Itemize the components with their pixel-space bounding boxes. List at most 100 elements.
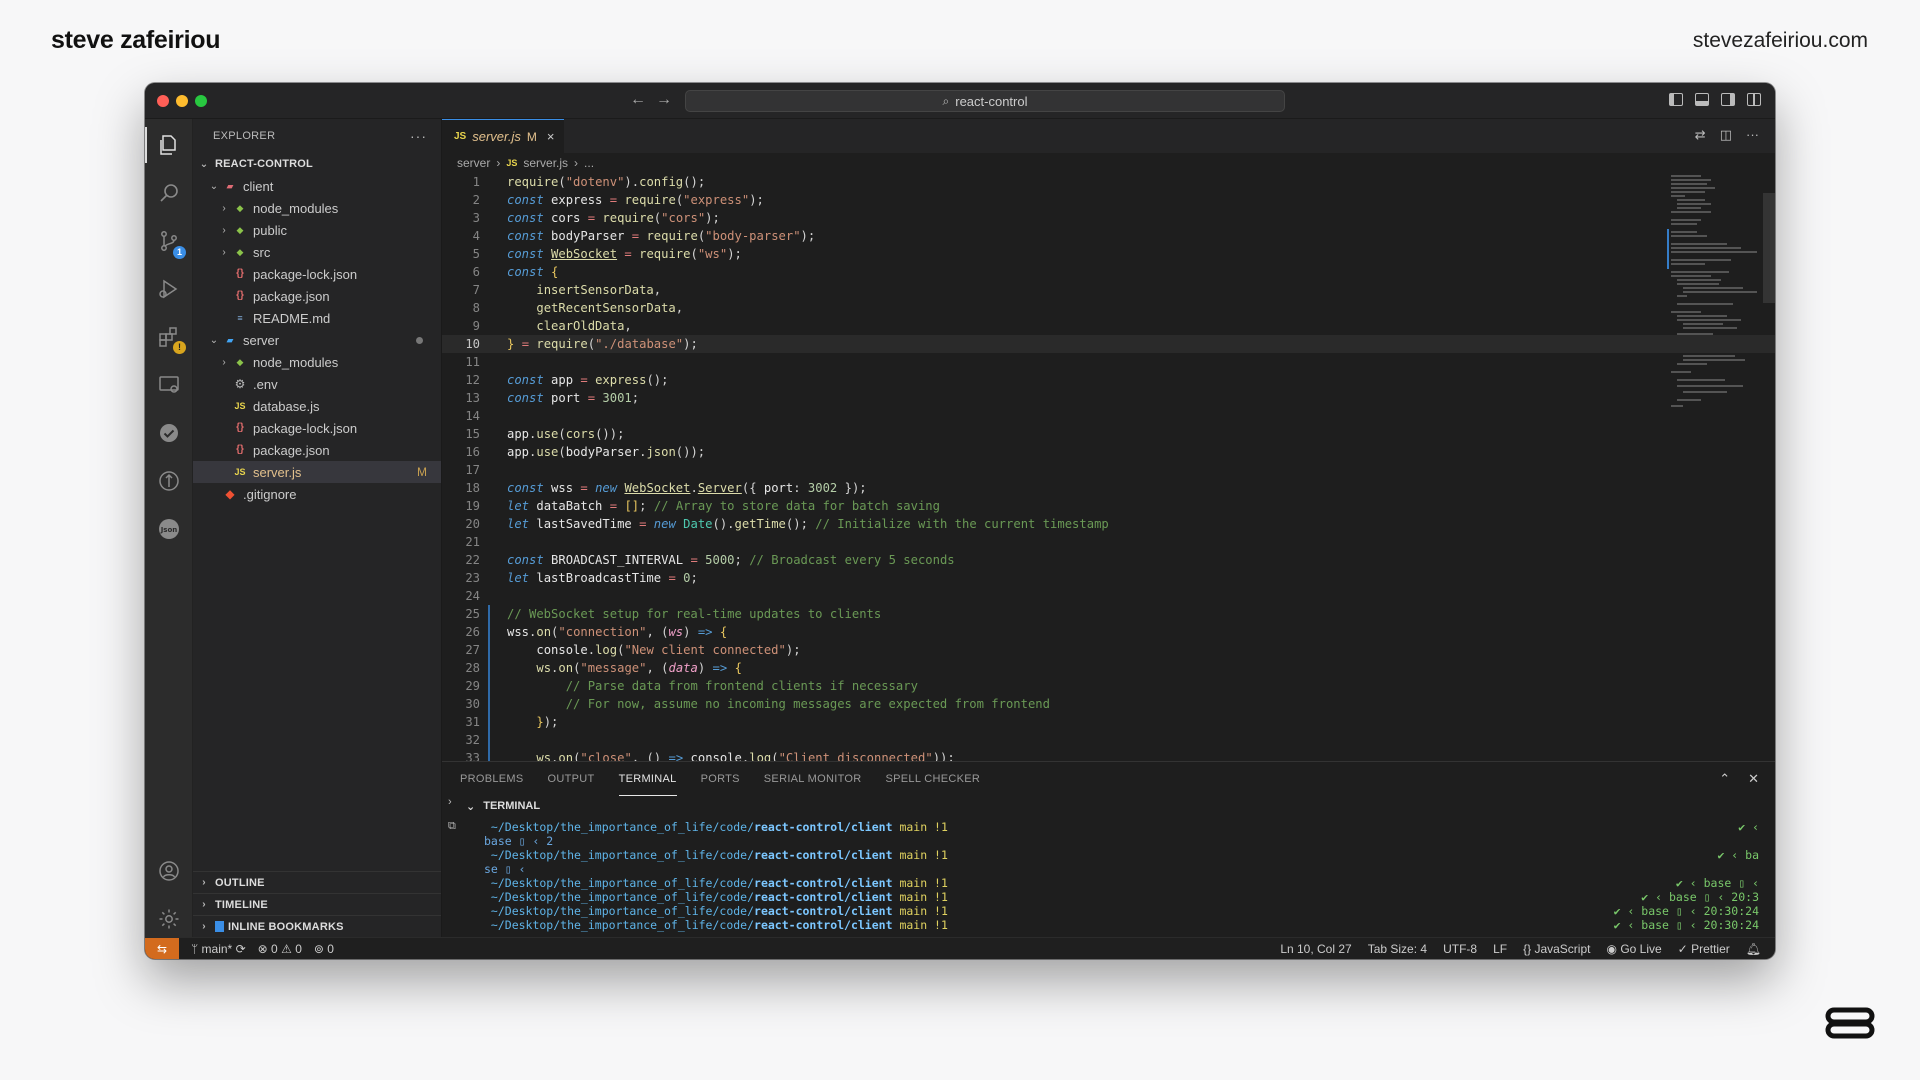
code-line[interactable]: 30 // For now, assume no incoming messag… — [442, 695, 1775, 713]
breadcrumb-folder[interactable]: server — [457, 156, 490, 170]
code-line[interactable]: 3 const cors = require("cors"); — [442, 209, 1775, 227]
file-tree-item[interactable]: ⌄ ▰ server — [193, 329, 441, 351]
file-tree-item[interactable]: ⚙ .env — [193, 373, 441, 395]
problems-indicator[interactable]: ⊗ 0 ⚠ 0 — [258, 942, 302, 956]
terminal-split-icon[interactable]: ⧉ — [448, 820, 456, 833]
code-line[interactable]: 15 app.use(cors()); — [442, 425, 1775, 443]
split-editor-icon[interactable]: ◫ — [1720, 127, 1732, 143]
code-line[interactable]: 33 ws.on("close", () => console.log("Cli… — [442, 749, 1775, 761]
more-actions-icon[interactable]: ··· — [410, 128, 427, 144]
toggle-secondary-sidebar-icon[interactable] — [1721, 93, 1735, 106]
file-tree-item[interactable]: ◆ .gitignore — [193, 483, 441, 505]
tab-size[interactable]: Tab Size: 4 — [1368, 942, 1427, 956]
code-line[interactable]: 29 // Parse data from frontend clients i… — [442, 677, 1775, 695]
file-tree-item[interactable]: JS server.js M — [193, 461, 441, 483]
terminal-section-header[interactable]: ⌄ TERMINAL — [442, 796, 1775, 816]
file-tree-item[interactable]: {} package-lock.json — [193, 417, 441, 439]
file-encoding[interactable]: UTF-8 — [1443, 942, 1477, 956]
code-line[interactable]: 28 ws.on("message", (data) => { — [442, 659, 1775, 677]
code-line[interactable]: 25 // WebSocket setup for real-time updat… — [442, 605, 1775, 623]
code-line[interactable]: 11 — [442, 353, 1775, 371]
code-line[interactable]: 21 — [442, 533, 1775, 551]
branch-indicator[interactable]: ᛘ main* ⟳ — [191, 942, 246, 956]
breadcrumb-more[interactable]: ... — [584, 156, 594, 170]
cursor-position[interactable]: Ln 10, Col 27 — [1280, 942, 1351, 956]
close-window-button[interactable] — [157, 95, 169, 107]
explorer-icon[interactable] — [157, 133, 181, 157]
ports-indicator[interactable]: ⊚ 0 — [314, 942, 334, 956]
code-line[interactable]: 16 app.use(bodyParser.json()); — [442, 443, 1775, 461]
terminal-side-chevron-icon[interactable]: › — [448, 796, 452, 808]
panel-tab-problems[interactable]: PROBLEMS — [460, 762, 524, 796]
open-changes-icon[interactable]: ⇄ — [1695, 127, 1706, 143]
settings-gear-icon[interactable] — [157, 907, 181, 931]
code-line[interactable]: 5 const WebSocket = require("ws"); — [442, 245, 1775, 263]
file-tree-item[interactable]: › ◆ src — [193, 241, 441, 263]
code-line[interactable]: 22 const BROADCAST_INTERVAL = 5000; // Br… — [442, 551, 1775, 569]
file-tree-item[interactable]: {} package-lock.json — [193, 263, 441, 285]
timeline-section[interactable]: › TIMELINE — [193, 893, 441, 915]
toggle-panel-icon[interactable] — [1695, 93, 1709, 106]
file-tree-item[interactable]: ≡ README.md — [193, 307, 441, 329]
panel-tab-serial-monitor[interactable]: SERIAL MONITOR — [764, 762, 862, 796]
json-icon[interactable]: Json — [157, 517, 181, 541]
zoom-window-button[interactable] — [195, 95, 207, 107]
file-tree-item[interactable]: › ◆ public — [193, 219, 441, 241]
testing-check-icon[interactable] — [157, 421, 181, 445]
editor-more-icon[interactable]: ··· — [1746, 127, 1759, 143]
code-line[interactable]: 24 — [442, 587, 1775, 605]
file-tree-item[interactable]: › ◆ node_modules — [193, 197, 441, 219]
tab-server-js[interactable]: JS server.js M × — [442, 119, 565, 153]
maximize-panel-icon[interactable]: ⌃ — [1719, 771, 1730, 787]
inline-bookmarks-section[interactable]: › INLINE BOOKMARKS — [193, 915, 441, 937]
run-debug-icon[interactable] — [157, 277, 181, 301]
panel-tab-spell-checker[interactable]: SPELL CHECKER — [886, 762, 981, 796]
panel-tab-terminal[interactable]: TERMINAL — [618, 762, 677, 796]
notifications-bell-icon[interactable]: 🔔︎ — [1746, 942, 1761, 956]
go-live-button[interactable]: ◉ Go Live — [1606, 942, 1661, 956]
file-tree-item[interactable]: {} package.json — [193, 285, 441, 307]
terminal-output[interactable]: ~/Desktop/the_importance_of_life/code/re… — [484, 820, 1759, 937]
close-tab-icon[interactable]: × — [547, 129, 555, 144]
customize-layout-icon[interactable] — [1747, 93, 1761, 106]
prettier-status[interactable]: ✓ Prettier — [1678, 942, 1730, 956]
code-line[interactable]: 31 }); — [442, 713, 1775, 731]
file-tree-item[interactable]: ⌄ ▰ client — [193, 175, 441, 197]
code-line[interactable]: 27 console.log("New client connected"); — [442, 641, 1775, 659]
toggle-primary-sidebar-icon[interactable] — [1669, 93, 1683, 106]
code-line[interactable]: 32 — [442, 731, 1775, 749]
back-arrow-icon[interactable]: ← — [630, 91, 646, 109]
code-line[interactable]: 23 let lastBroadcastTime = 0; — [442, 569, 1775, 587]
code-line[interactable]: 17 — [442, 461, 1775, 479]
breadcrumb-file[interactable]: server.js — [523, 156, 568, 170]
code-line[interactable]: 13 const port = 3001; — [442, 389, 1775, 407]
code-line[interactable]: 14 — [442, 407, 1775, 425]
command-center-search[interactable]: ⌕ react-control — [685, 90, 1285, 112]
close-panel-icon[interactable]: ✕ — [1748, 771, 1759, 787]
remote-explorer-icon[interactable] — [157, 373, 181, 397]
code-line[interactable]: 10} = require("./database"); — [442, 335, 1775, 353]
workspace-root[interactable]: ⌄ REACT-CONTROL — [193, 153, 441, 175]
minimize-window-button[interactable] — [176, 95, 188, 107]
panel-tab-output[interactable]: OUTPUT — [548, 762, 595, 796]
code-line[interactable]: 2 const express = require("express"); — [442, 191, 1775, 209]
code-line[interactable]: 19 let dataBatch = []; // Array to store … — [442, 497, 1775, 515]
panel-tab-ports[interactable]: PORTS — [701, 762, 740, 796]
file-tree-item[interactable]: JS database.js — [193, 395, 441, 417]
code-line[interactable]: 18 const wss = new WebSocket.Server({ por… — [442, 479, 1775, 497]
code-line[interactable]: 4 const bodyParser = require("body-parser… — [442, 227, 1775, 245]
code-line[interactable]: 9 clearOldData, — [442, 317, 1775, 335]
code-line[interactable]: 7 insertSensorData, — [442, 281, 1775, 299]
file-tree-item[interactable]: › ◆ node_modules — [193, 351, 441, 373]
code-editor[interactable]: 1 require("dotenv").config(); 2 const expre… — [442, 173, 1775, 761]
end-of-line[interactable]: LF — [1493, 942, 1507, 956]
outline-section[interactable]: › OUTLINE — [193, 871, 441, 893]
code-line[interactable]: 8 getRecentSensorData, — [442, 299, 1775, 317]
code-line[interactable]: 20 let lastSavedTime = new Date().getTime… — [442, 515, 1775, 533]
file-tree-item[interactable]: {} package.json — [193, 439, 441, 461]
forward-arrow-icon[interactable]: → — [656, 91, 672, 109]
accounts-icon[interactable] — [157, 859, 181, 883]
language-mode[interactable]: {} JavaScript — [1523, 942, 1590, 956]
live-share-icon[interactable] — [157, 469, 181, 493]
code-line[interactable]: 26 wss.on("connection", (ws) => { — [442, 623, 1775, 641]
